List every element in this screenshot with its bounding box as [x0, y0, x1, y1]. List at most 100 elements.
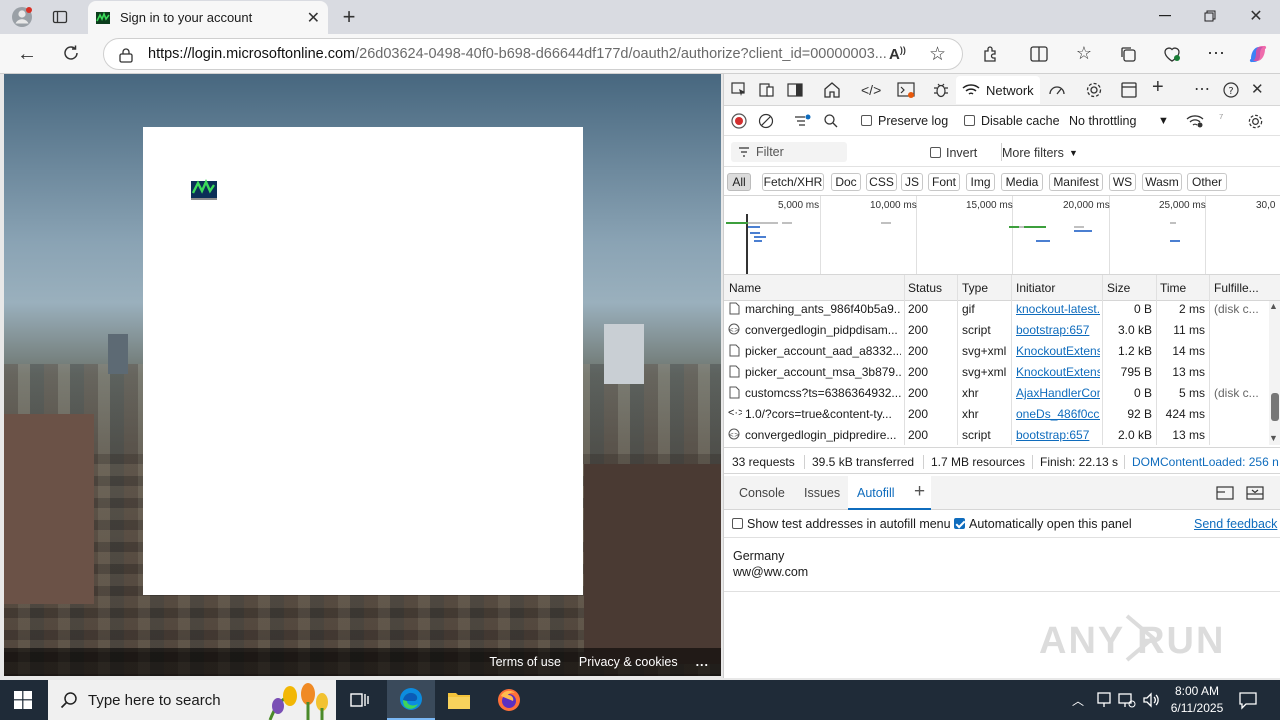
request-initiator-link[interactable]: oneDs_486f0cc..	[1016, 407, 1100, 421]
favorites-icon[interactable]: ☆	[1073, 42, 1095, 64]
table-row[interactable]: customcss?ts=6386364932... 200 xhr AjaxH…	[724, 383, 1269, 404]
request-initiator-link[interactable]: KnockoutExtens	[1016, 344, 1100, 358]
scroll-up-icon[interactable]: ▲	[1269, 301, 1278, 311]
firefox-icon[interactable]	[497, 688, 521, 712]
search-icon[interactable]	[823, 113, 839, 129]
column-header-time[interactable]: Time	[1160, 281, 1186, 295]
filter-js[interactable]: JS	[901, 173, 923, 191]
table-scrollbar[interactable]: ▲ ▼	[1269, 301, 1280, 445]
collections-icon[interactable]	[1117, 43, 1139, 65]
record-icon[interactable]	[731, 113, 747, 129]
favorite-star-icon[interactable]: ☆	[929, 43, 946, 66]
taskbar-clock[interactable]: 8:00 AM 6/11/2025	[1162, 683, 1232, 717]
profile-icon[interactable]	[10, 5, 34, 29]
table-row[interactable]: picker_account_msa_3b879... 200 svg+xml …	[724, 362, 1269, 383]
sources-bug-icon[interactable]	[932, 81, 950, 99]
network-settings-icon[interactable]	[1247, 113, 1264, 130]
settings-more-icon[interactable]: ⋯	[1205, 42, 1227, 64]
column-header-type[interactable]: Type	[962, 281, 988, 295]
taskbar-search-box[interactable]: Type here to search	[48, 680, 336, 720]
read-aloud-icon[interactable]: A))	[889, 45, 906, 63]
disable-cache-checkbox[interactable]	[964, 115, 975, 129]
terms-link[interactable]: Terms of use	[489, 655, 561, 669]
minimize-icon[interactable]	[1155, 6, 1175, 26]
filter-css[interactable]: CSS	[866, 173, 897, 191]
console-icon[interactable]	[897, 81, 915, 99]
filter-media[interactable]: Media	[1001, 173, 1043, 191]
request-initiator-link[interactable]: AjaxHandlerCon	[1016, 386, 1100, 400]
drawer-tab-autofill[interactable]: Autofill	[857, 486, 895, 500]
task-view-icon[interactable]	[350, 691, 370, 709]
more-options-button[interactable]: ...	[696, 655, 709, 669]
device-emulation-icon[interactable]	[759, 82, 775, 98]
toggle-sidebar-icon[interactable]	[787, 82, 803, 98]
dock-drawer-icon[interactable]	[1216, 486, 1234, 500]
table-row[interactable]: <·> 1.0/?cors=true&content-ty... 200 xhr…	[724, 404, 1269, 425]
filter-doc[interactable]: Doc	[831, 173, 861, 191]
privacy-link[interactable]: Privacy & cookies	[579, 655, 678, 669]
network-status-icon[interactable]	[1096, 691, 1112, 709]
scroll-down-icon[interactable]: ▼	[1269, 433, 1278, 443]
close-drawer-icon[interactable]	[1246, 486, 1264, 500]
address-bar[interactable]: https://login.microsoftonline.com/26d036…	[103, 38, 963, 70]
filter-other[interactable]: Other	[1187, 173, 1227, 191]
windows-start-icon[interactable]	[14, 691, 32, 709]
filter-fetch-xhr[interactable]: Fetch/XHR	[762, 173, 824, 191]
request-initiator-link[interactable]: knockout-latest.	[1016, 302, 1100, 316]
filter-ws[interactable]: WS	[1109, 173, 1136, 191]
restore-icon[interactable]	[1200, 6, 1220, 26]
new-tab-icon[interactable]: +	[337, 4, 361, 29]
send-feedback-link[interactable]: Send feedback	[1194, 517, 1277, 531]
network-overview-timeline[interactable]: 5,000 ms 10,000 ms 15,000 ms 20,000 ms 2…	[724, 196, 1280, 275]
column-header-name[interactable]: Name	[729, 281, 761, 295]
preserve-log-checkbox[interactable]	[861, 115, 872, 129]
auto-open-checkbox[interactable]	[954, 518, 965, 532]
close-tab-icon[interactable]: ✕	[307, 8, 320, 28]
elements-icon[interactable]: </>	[861, 82, 881, 98]
request-initiator-link[interactable]: KnockoutExtens	[1016, 365, 1100, 379]
file-explorer-icon[interactable]	[447, 689, 471, 711]
column-header-size[interactable]: Size	[1107, 281, 1130, 295]
volume-icon[interactable]	[1142, 691, 1160, 709]
more-filters-button[interactable]: More filters	[1002, 146, 1064, 160]
show-hidden-icons-icon[interactable]: ︿	[1072, 692, 1084, 709]
performance-icon[interactable]	[1048, 81, 1066, 99]
site-info-icon[interactable]	[118, 47, 134, 63]
copilot-icon[interactable]	[1246, 42, 1270, 66]
add-drawer-tab-icon[interactable]: +	[914, 481, 925, 503]
column-header-status[interactable]: Status	[908, 281, 942, 295]
taskbar-edge-button[interactable]	[387, 680, 435, 720]
column-header-fulfilled[interactable]: Fulfille...	[1214, 281, 1259, 295]
ethernet-icon[interactable]	[1118, 691, 1136, 709]
filter-img[interactable]: Img	[966, 173, 995, 191]
more-tools-plus-icon[interactable]: +	[1152, 76, 1164, 99]
filter-options-icon[interactable]	[794, 113, 812, 129]
filter-font[interactable]: Font	[928, 173, 960, 191]
column-header-initiator[interactable]: Initiator	[1016, 281, 1055, 295]
notifications-icon[interactable]	[1238, 690, 1258, 710]
refresh-icon[interactable]	[60, 42, 82, 64]
show-test-addresses-checkbox[interactable]	[732, 518, 743, 532]
application-icon[interactable]	[1120, 81, 1138, 99]
filter-all[interactable]: All	[727, 173, 751, 191]
request-initiator-link[interactable]: bootstrap:657	[1016, 323, 1100, 337]
close-devtools-icon[interactable]: ✕	[1251, 80, 1264, 98]
tab-actions-icon[interactable]	[50, 7, 70, 27]
clear-icon[interactable]	[758, 113, 774, 129]
tab-network[interactable]: Network	[956, 76, 1040, 104]
chevron-down-icon[interactable]: ▼	[1158, 115, 1169, 127]
url-text[interactable]: https://login.microsoftonline.com/26d036…	[148, 46, 888, 62]
settings-gear-icon[interactable]	[1085, 81, 1103, 99]
extensions-icon[interactable]	[980, 43, 1002, 65]
filter-input[interactable]: Filter	[731, 142, 847, 162]
import-har-icon[interactable]: ⁷	[1219, 111, 1223, 125]
invert-checkbox[interactable]	[930, 147, 941, 161]
customize-more-icon[interactable]: ⋯	[1194, 79, 1210, 99]
browser-essentials-icon[interactable]	[1161, 43, 1183, 65]
back-icon[interactable]: ←	[16, 43, 38, 65]
throttling-select[interactable]: No throttling	[1069, 114, 1136, 128]
welcome-home-icon[interactable]	[823, 81, 841, 99]
table-row[interactable]: picker_account_aad_a8332... 200 svg+xml …	[724, 341, 1269, 362]
split-screen-icon[interactable]	[1028, 43, 1050, 65]
filter-wasm[interactable]: Wasm	[1142, 173, 1182, 191]
